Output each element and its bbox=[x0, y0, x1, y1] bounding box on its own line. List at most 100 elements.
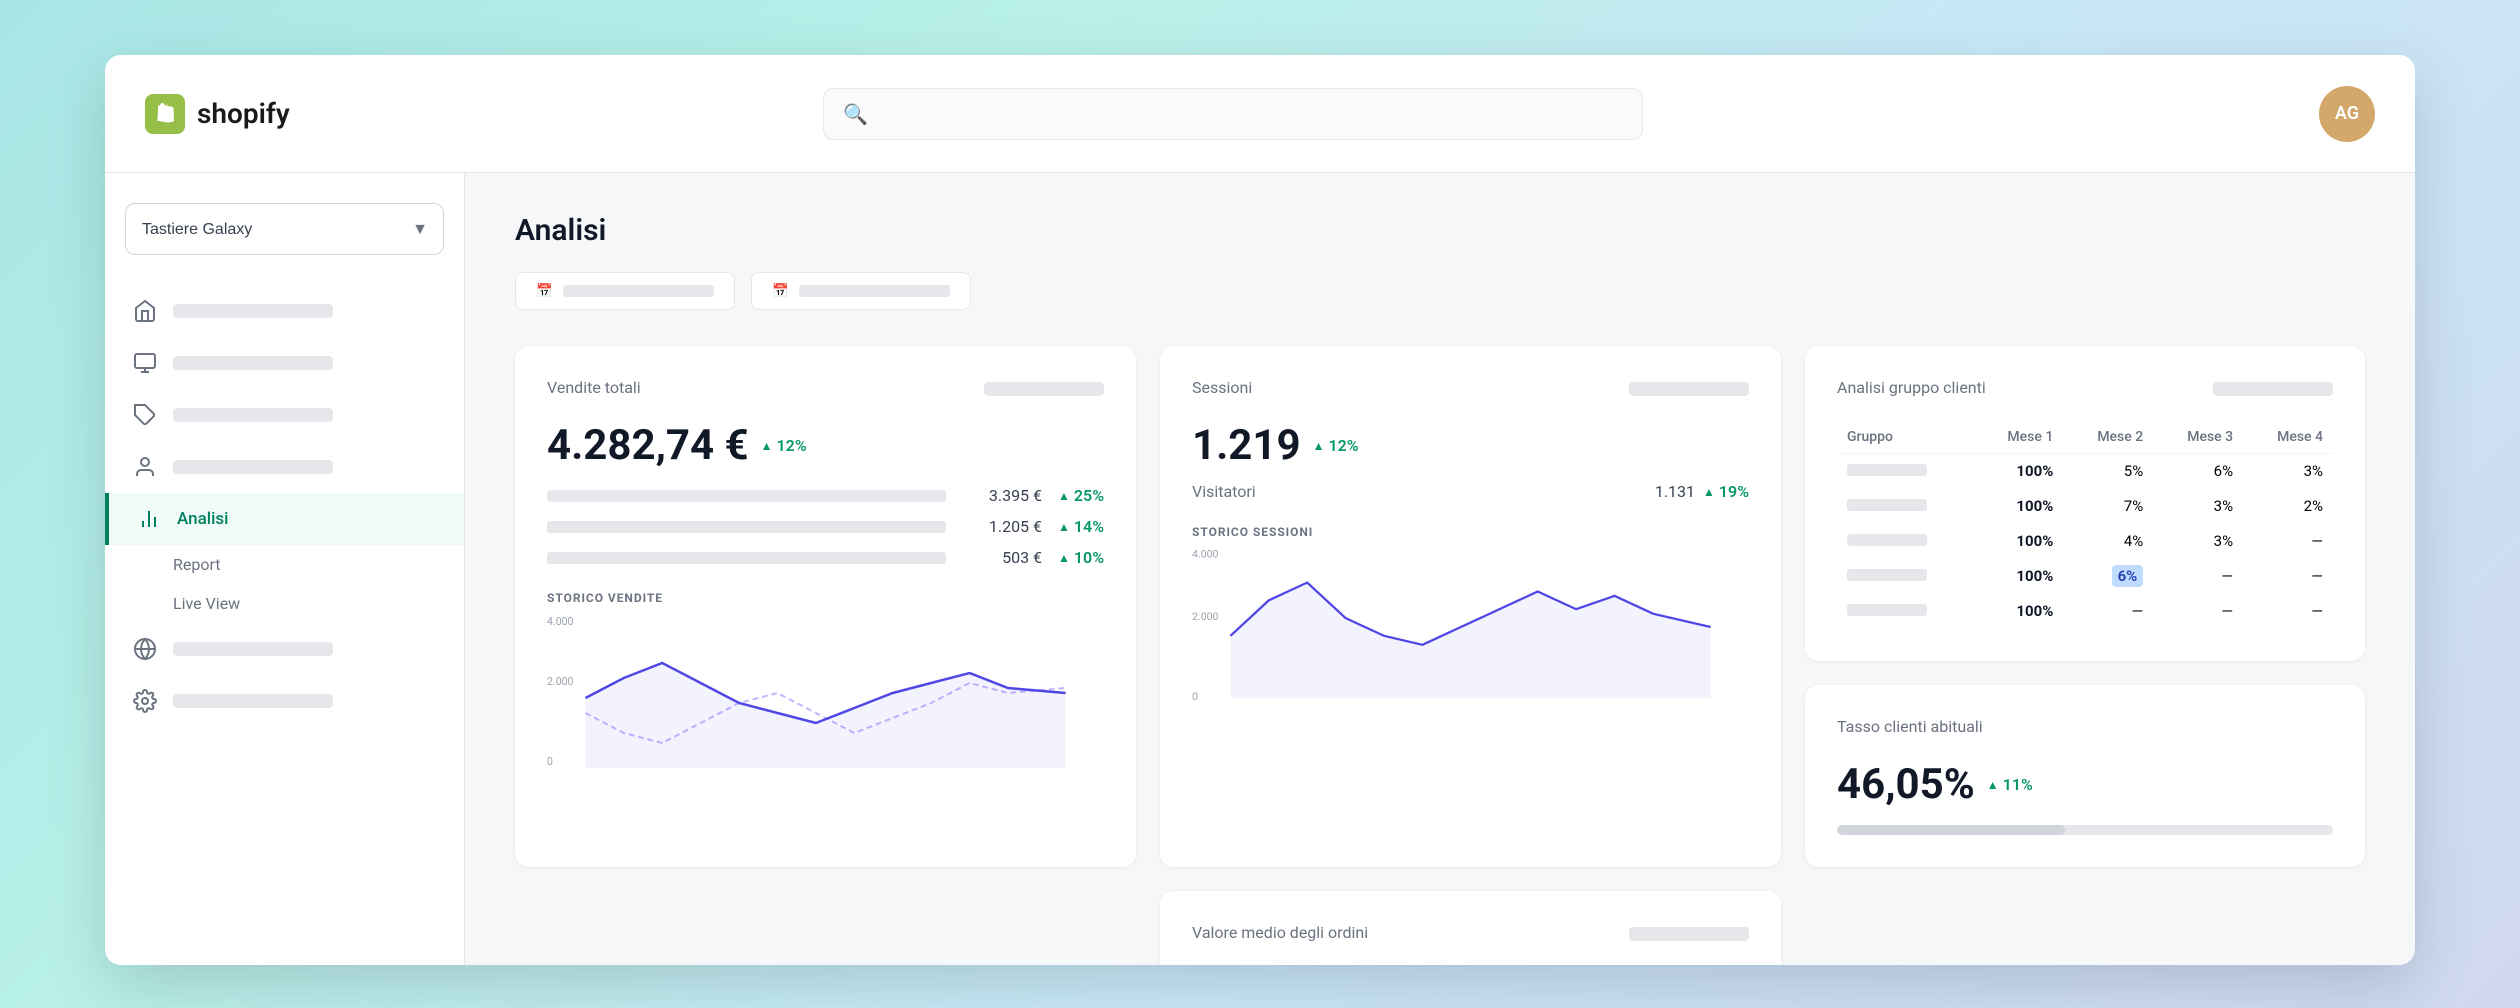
nav-list: Analisi Report Live View bbox=[105, 285, 464, 727]
sub-nav-live-view[interactable]: Live View bbox=[173, 584, 464, 623]
customer-table: Gruppo Mese 1 Mese 2 Mese 3 Mese 4 bbox=[1837, 421, 2333, 629]
sub-nav-report[interactable]: Report bbox=[173, 545, 464, 584]
tasso-value: 46,05% 11% bbox=[1837, 760, 2333, 809]
analisi-clienti-card: Analisi gruppo clienti Gruppo Mese 1 Mes… bbox=[1805, 346, 2365, 661]
tasso-clienti-card: Tasso clienti abituali 46,05% 11% bbox=[1805, 685, 2365, 867]
tasso-amount: 46,05% bbox=[1837, 760, 1975, 809]
store-select[interactable]: Tastiere Galaxy bbox=[125, 203, 444, 255]
sidebar-item-analytics[interactable]: Analisi bbox=[105, 493, 464, 545]
table-row: 100% 5% 6% 3% bbox=[1837, 454, 2333, 489]
metric-badge-2: 14% bbox=[1058, 517, 1104, 536]
m2-cell-3: 4% bbox=[2063, 524, 2153, 559]
col-mese2: Mese 2 bbox=[2063, 421, 2153, 454]
sidebar-item-customers[interactable] bbox=[105, 441, 464, 493]
vendite-badge: 12% bbox=[761, 436, 807, 455]
svg-text:2.000: 2.000 bbox=[547, 675, 573, 688]
m3-cell-2: 3% bbox=[2153, 489, 2243, 524]
page-title: Analisi bbox=[515, 213, 2365, 248]
metric-row-2: 1.205 € 14% bbox=[547, 517, 1104, 536]
main-layout: Tastiere Galaxy ▼ bbox=[105, 173, 2415, 965]
tasso-header: Tasso clienti abituali bbox=[1837, 717, 2333, 744]
m2-cell-4: 6% bbox=[2063, 559, 2153, 594]
date-filter-start[interactable]: 📅 bbox=[515, 272, 735, 310]
metric-row-3: 503 € 10% bbox=[547, 548, 1104, 567]
m4-cell-5: — bbox=[2243, 594, 2333, 629]
nav-label-orders bbox=[173, 356, 333, 370]
tasso-badge: 11% bbox=[1987, 775, 2033, 794]
marketing-icon bbox=[133, 637, 157, 661]
col-mese3: Mese 3 bbox=[2153, 421, 2243, 454]
col-mese4: Mese 4 bbox=[2243, 421, 2333, 454]
valore-medio-title: Valore medio degli ordini bbox=[1192, 923, 1368, 942]
date-filter-bar-end bbox=[799, 285, 950, 297]
metric-row-1: 3.395 € 25% bbox=[547, 486, 1104, 505]
sidebar-item-marketing[interactable] bbox=[105, 623, 464, 675]
search-icon: 🔍 bbox=[843, 102, 868, 126]
nav-label-home bbox=[173, 304, 333, 318]
table-row: 100% 6% — — bbox=[1837, 559, 2333, 594]
sessioni-header: Sessioni bbox=[1192, 378, 1749, 405]
m1-cell-2: 100% bbox=[1973, 489, 2063, 524]
metric-bar-2 bbox=[547, 521, 946, 533]
svg-text:2.000: 2.000 bbox=[1192, 612, 1219, 623]
vendite-card: Vendite totali 4.282,74 € 12% 3.395 € 25… bbox=[515, 346, 1136, 867]
calendar-icon-end: 📅 bbox=[772, 283, 789, 299]
logo-area: shopify bbox=[145, 94, 485, 134]
metric-bar-3 bbox=[547, 552, 946, 564]
group-cell-1 bbox=[1837, 454, 1973, 489]
m1-cell-3: 100% bbox=[1973, 524, 2063, 559]
m4-cell-3: — bbox=[2243, 524, 2333, 559]
tasso-progress-fill bbox=[1837, 825, 2065, 835]
visitatori-badge: 19% bbox=[1703, 482, 1749, 501]
cards-grid: Vendite totali 4.282,74 € 12% 3.395 € 25… bbox=[515, 346, 2365, 965]
vendite-value: 4.282,74 € 12% bbox=[547, 421, 1104, 470]
settings-icon bbox=[133, 689, 157, 713]
analytics-label: Analisi bbox=[177, 509, 229, 529]
nav-label-products bbox=[173, 408, 333, 422]
metric-badge-1: 25% bbox=[1058, 486, 1104, 505]
sidebar-item-settings[interactable] bbox=[105, 675, 464, 727]
search-bar: 🔍 bbox=[823, 88, 1643, 140]
m3-cell-5: — bbox=[2153, 594, 2243, 629]
nav-label-marketing bbox=[173, 642, 333, 656]
vendite-chart-label: STORICO VENDITE bbox=[547, 591, 1104, 605]
analytics-icon bbox=[137, 507, 161, 531]
store-selector[interactable]: Tastiere Galaxy ▼ bbox=[125, 203, 444, 255]
analisi-clienti-title: Analisi gruppo clienti bbox=[1837, 378, 1986, 397]
sessioni-value: 1.219 12% bbox=[1192, 421, 1749, 470]
valore-medio-header-bar bbox=[1629, 927, 1749, 941]
analisi-clienti-header-bar bbox=[2213, 382, 2333, 396]
sessioni-badge: 12% bbox=[1313, 436, 1359, 455]
table-row: 100% 4% 3% — bbox=[1837, 524, 2333, 559]
avatar[interactable]: AG bbox=[2319, 86, 2375, 142]
highlighted-cell: 6% bbox=[2112, 565, 2144, 587]
m3-cell-4: — bbox=[2153, 559, 2243, 594]
metric-value-3: 503 € bbox=[962, 548, 1042, 567]
sessioni-title: Sessioni bbox=[1192, 378, 1252, 397]
sidebar-item-orders[interactable] bbox=[105, 337, 464, 389]
m3-cell-1: 6% bbox=[2153, 454, 2243, 489]
group-cell-5 bbox=[1837, 594, 1973, 629]
shopify-logo-text: shopify bbox=[197, 97, 290, 130]
m1-cell-4: 100% bbox=[1973, 559, 2063, 594]
group-cell-4 bbox=[1837, 559, 1973, 594]
svg-text:4.000: 4.000 bbox=[547, 615, 573, 628]
sidebar-item-home[interactable] bbox=[105, 285, 464, 337]
col-group: Gruppo bbox=[1837, 421, 1973, 454]
group-cell-2 bbox=[1837, 489, 1973, 524]
tasso-progress-container bbox=[1837, 825, 2333, 835]
browser-window: shopify 🔍 AG Tastiere Galaxy ▼ bbox=[105, 55, 2415, 965]
customers-icon bbox=[133, 455, 157, 479]
date-filter-end[interactable]: 📅 bbox=[751, 272, 971, 310]
tags-icon bbox=[133, 403, 157, 427]
tasso-title: Tasso clienti abituali bbox=[1837, 717, 1983, 736]
valore-medio-card: Valore medio degli ordini 55,83 € 12% bbox=[1160, 891, 1781, 965]
vendite-header-bar bbox=[984, 382, 1104, 396]
table-row: 100% 7% 3% 2% bbox=[1837, 489, 2333, 524]
search-input[interactable] bbox=[823, 88, 1643, 140]
sessioni-header-bar bbox=[1629, 382, 1749, 396]
svg-text:0: 0 bbox=[547, 755, 553, 768]
metric-value-2: 1.205 € bbox=[962, 517, 1042, 536]
sidebar-item-products[interactable] bbox=[105, 389, 464, 441]
date-filter-bar-start bbox=[563, 285, 714, 297]
